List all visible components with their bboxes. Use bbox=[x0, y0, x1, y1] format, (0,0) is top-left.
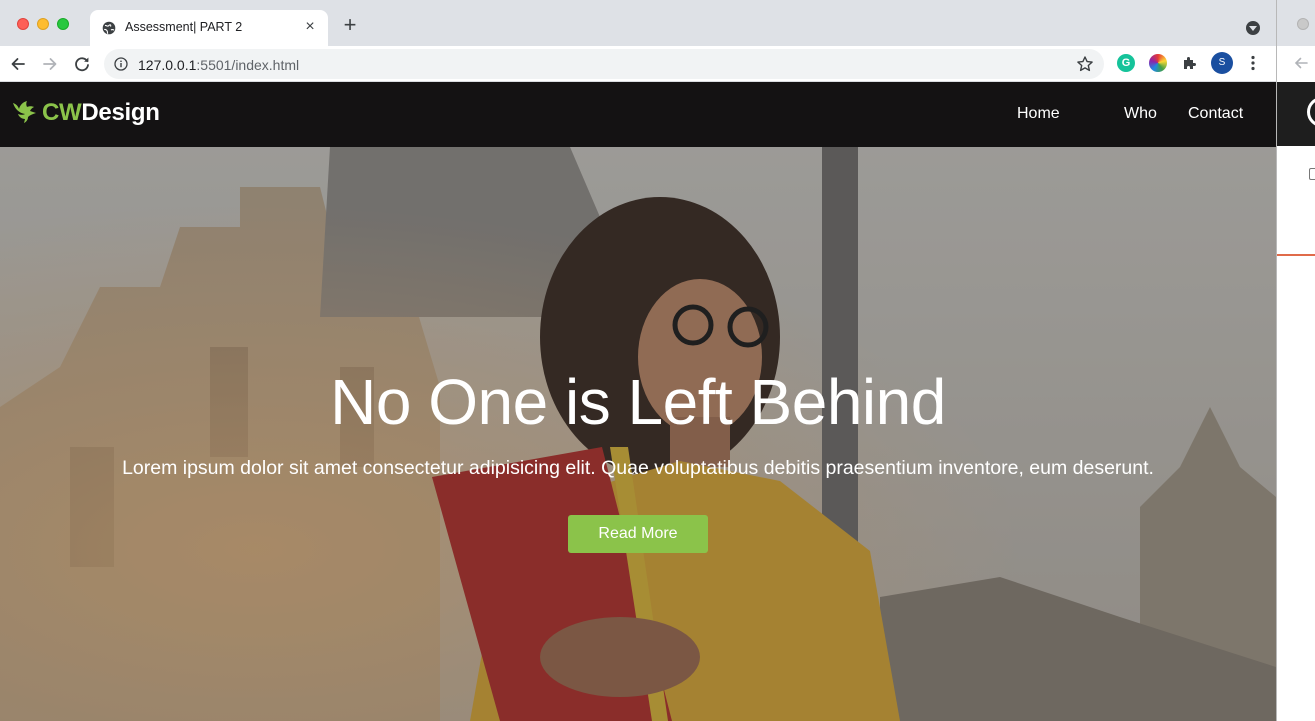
bird-icon bbox=[13, 101, 36, 123]
reload-icon[interactable] bbox=[71, 53, 93, 75]
background-browser-window[interactable] bbox=[1276, 0, 1315, 721]
forward-arrow-icon[interactable] bbox=[39, 53, 61, 75]
logo-text: CWDesign bbox=[42, 99, 160, 127]
browser-tab-active[interactable]: Assessment| PART 2 × bbox=[90, 10, 328, 46]
minimize-window-button[interactable] bbox=[37, 18, 49, 30]
globe-icon bbox=[102, 21, 116, 35]
site-navbar: CWDesign Home Who Contact bbox=[0, 82, 1276, 147]
url-path: :5501/index.html bbox=[196, 57, 300, 73]
hero-section: No One is Left Behind Lorem ipsum dolor … bbox=[0, 147, 1276, 721]
background-window-dot bbox=[1297, 18, 1309, 30]
background-back-arrow-icon bbox=[1294, 57, 1308, 69]
hero-content: No One is Left Behind Lorem ipsum dolor … bbox=[0, 362, 1276, 553]
background-logo-icon bbox=[1307, 97, 1315, 127]
web-page: CWDesign Home Who Contact No One is Left… bbox=[0, 82, 1276, 721]
bookmark-star-icon[interactable] bbox=[1076, 55, 1094, 73]
more-menu-icon[interactable] bbox=[1244, 54, 1262, 72]
close-window-button[interactable] bbox=[17, 18, 29, 30]
puzzle-extensions-icon[interactable] bbox=[1181, 54, 1199, 72]
info-icon[interactable] bbox=[114, 57, 128, 71]
hero-title: No One is Left Behind bbox=[330, 366, 946, 438]
back-arrow-icon[interactable] bbox=[7, 53, 29, 75]
background-doc-icon bbox=[1309, 168, 1315, 180]
background-page-header bbox=[1277, 82, 1315, 146]
browser-window: Assessment| PART 2 × + 127.0.0.1:5501/in… bbox=[0, 0, 1276, 721]
nav-link-home[interactable]: Home bbox=[1017, 105, 1060, 123]
read-more-button[interactable]: Read More bbox=[568, 515, 708, 553]
tab-search-icon[interactable] bbox=[1246, 21, 1260, 35]
grammarly-extension-icon[interactable]: G bbox=[1117, 54, 1135, 72]
nav-link-contact[interactable]: Contact bbox=[1188, 105, 1243, 123]
color-picker-extension-icon[interactable] bbox=[1149, 54, 1167, 72]
nav-link-who[interactable]: Who bbox=[1124, 105, 1157, 123]
logo-cw: CW bbox=[42, 99, 82, 126]
background-page-strip bbox=[1277, 146, 1315, 256]
url-text: 127.0.0.1:5501/index.html bbox=[138, 57, 299, 73]
profile-avatar[interactable]: S bbox=[1211, 52, 1233, 74]
new-tab-button[interactable]: + bbox=[341, 14, 359, 36]
browser-toolbar: 127.0.0.1:5501/index.html G S bbox=[0, 46, 1276, 82]
maximize-window-button[interactable] bbox=[57, 18, 69, 30]
address-bar[interactable]: 127.0.0.1:5501/index.html bbox=[104, 49, 1104, 79]
tab-bar: Assessment| PART 2 × + bbox=[0, 0, 1276, 46]
background-tab-bar bbox=[1277, 0, 1315, 46]
tab-close-icon[interactable]: × bbox=[302, 19, 318, 35]
tab-title: Assessment| PART 2 bbox=[125, 20, 243, 34]
screen: Assessment| PART 2 × + 127.0.0.1:5501/in… bbox=[0, 0, 1315, 721]
logo-design: Design bbox=[81, 99, 160, 126]
url-host: 127.0.0.1 bbox=[138, 57, 197, 73]
hero-subtitle: Lorem ipsum dolor sit amet consectetur a… bbox=[122, 457, 1154, 479]
